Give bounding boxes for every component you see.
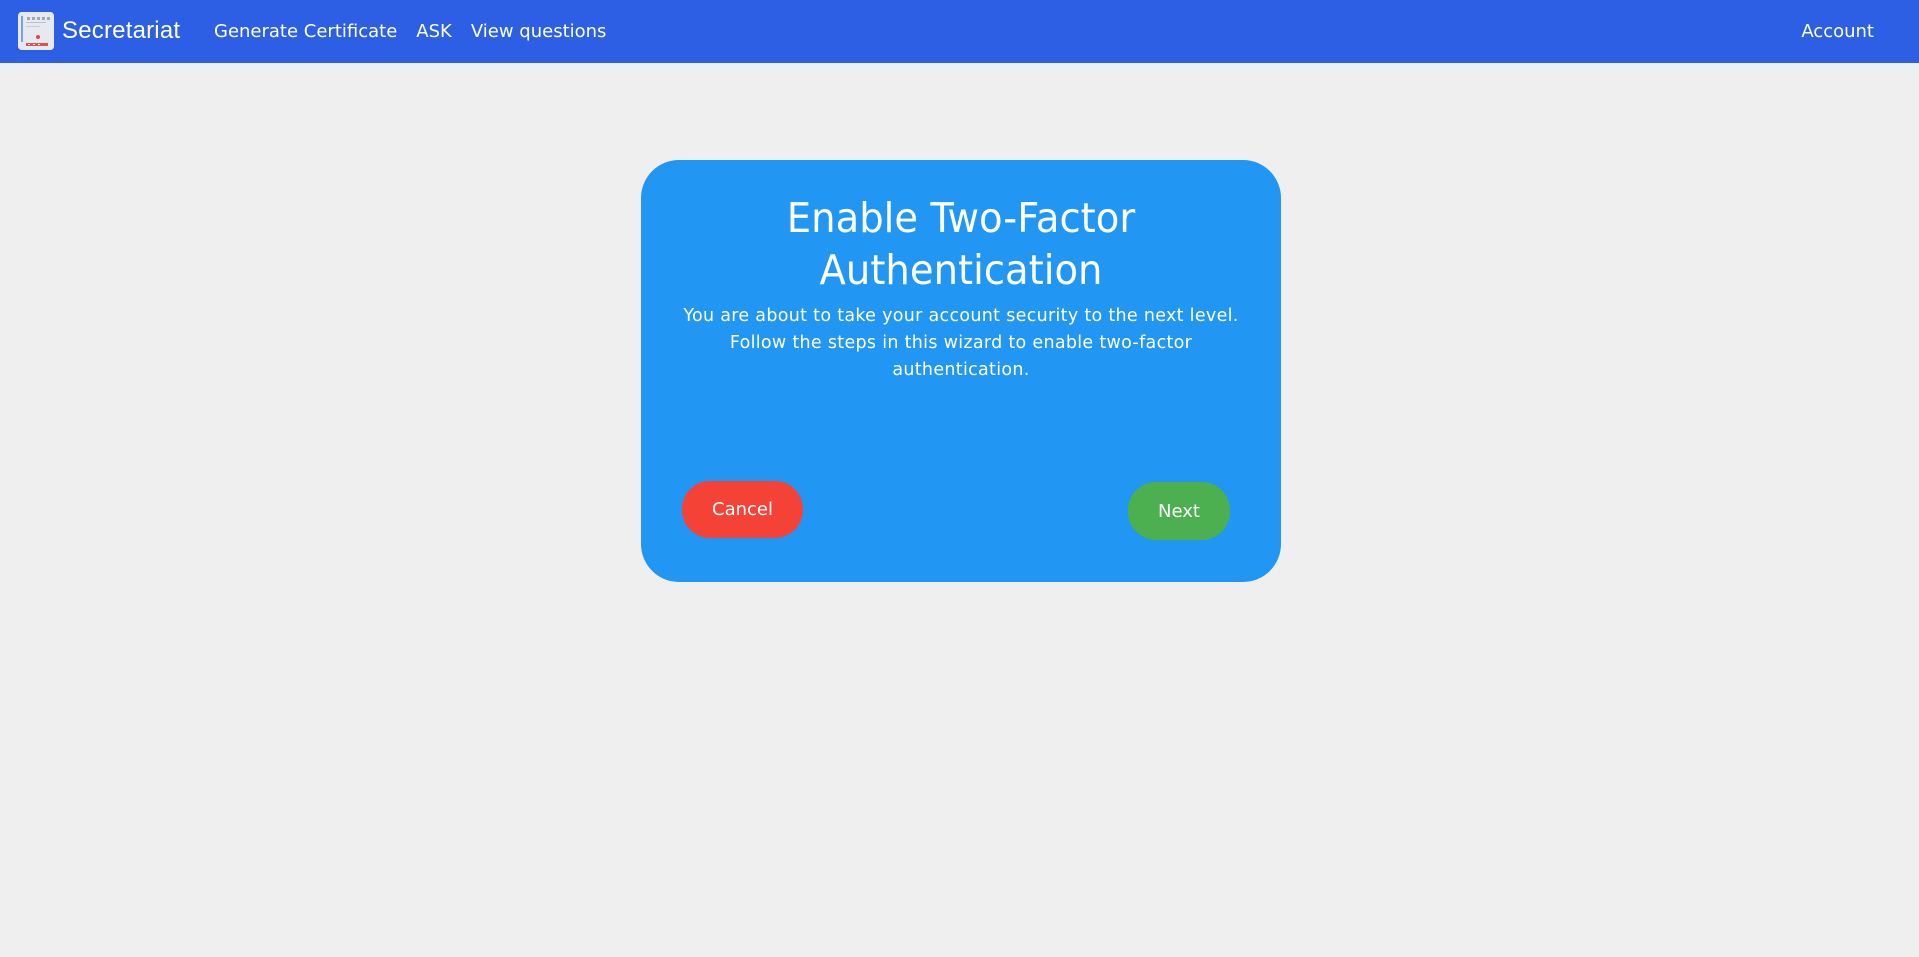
top-navbar: Secretariat Generate Certificate ASK Vie… [0, 0, 1919, 63]
next-button[interactable]: Next [1128, 482, 1230, 540]
nav-link-generate-certificate[interactable]: Generate Certificate [214, 21, 397, 42]
cancel-button[interactable]: Cancel [682, 481, 803, 538]
certificate-document-icon [18, 12, 54, 50]
nav-links: Generate Certificate ASK View questions [214, 0, 625, 63]
two-factor-wizard-card: Enable Two-Factor Authentication You are… [641, 160, 1281, 582]
nav-link-ask[interactable]: ASK [416, 21, 452, 42]
wizard-title: Enable Two-Factor Authentication [786, 194, 1136, 294]
wizard-description: You are about to take your account secur… [683, 306, 1239, 380]
account-menu-link[interactable]: Account [1801, 0, 1874, 63]
brand-home-link[interactable]: Secretariat [18, 12, 180, 50]
brand-name: Secretariat [62, 17, 181, 44]
nav-link-view-questions[interactable]: View questions [471, 21, 607, 42]
